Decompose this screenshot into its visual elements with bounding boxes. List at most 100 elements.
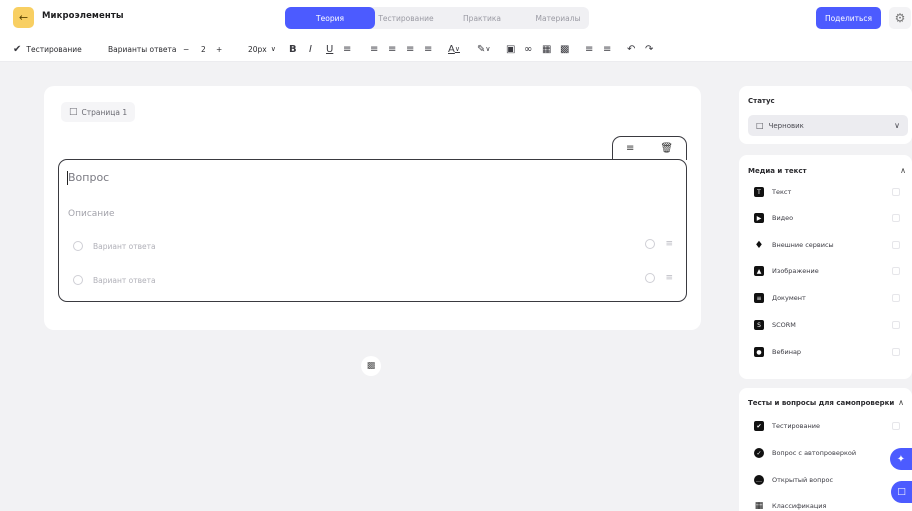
bullet-list-icon[interactable]: ≡ <box>603 36 611 62</box>
drag-handle-icon[interactable]: ≡ <box>626 143 634 154</box>
media-item-label: Вебинар <box>772 348 802 356</box>
answers-count[interactable]: 2 <box>201 36 206 62</box>
align-left-icon[interactable]: ≡ <box>370 36 378 62</box>
page-tab[interactable]: □ Страница 1 <box>61 102 136 122</box>
tab-materials[interactable]: Материалы <box>527 7 589 29</box>
text-color-icon[interactable]: A ∨ <box>448 36 460 62</box>
item-checkbox[interactable] <box>892 294 900 302</box>
chevron-up-icon[interactable]: ∧ <box>898 398 904 407</box>
page-title: Микроэлементы <box>42 11 124 21</box>
chevron-down-icon: ∨ <box>894 121 900 130</box>
top-bar: ← Микроэлементы Теория Тестирование Прак… <box>0 0 912 36</box>
media-panel: Медиа и текст ∧ T Текст ▶ Видео ♦ Внешни… <box>739 155 912 379</box>
decrease-answers-button[interactable]: − <box>183 36 189 62</box>
item-checkbox[interactable] <box>892 241 900 249</box>
item-checkbox[interactable] <box>892 422 900 430</box>
magic-wand-button[interactable]: ✦ <box>890 448 912 470</box>
camera-icon: ● <box>754 347 764 357</box>
arrow-left-icon: ← <box>18 11 29 24</box>
tab-testing[interactable]: Тестирование <box>375 7 437 29</box>
image-icon[interactable]: ▣ <box>506 36 515 62</box>
align-right-icon[interactable]: ≡ <box>406 36 414 62</box>
media-item-label: Внешние сервисы <box>772 241 834 249</box>
test-item-label: Открытый вопрос <box>772 476 834 484</box>
editor-card: □ Страница 1 ≡ 🗑 Вопрос Описание Вариант… <box>44 86 701 330</box>
bold-icon[interactable]: B <box>289 36 297 62</box>
test-item-open-question[interactable]: … Открытый вопрос <box>754 473 904 487</box>
media-item-label: Видео <box>772 214 794 222</box>
add-page-icon: ▩ <box>366 361 376 371</box>
status-title: Статус <box>748 97 775 105</box>
chevron-up-icon[interactable]: ∧ <box>900 166 906 175</box>
chevron-down-icon: ∨ <box>270 45 276 53</box>
italic-icon[interactable]: I <box>309 36 312 62</box>
radio-button[interactable] <box>73 241 83 251</box>
puzzle-icon: ♦ <box>754 239 764 251</box>
answer-option-controls: ≡ <box>645 239 673 249</box>
undo-icon[interactable]: ↶ <box>627 36 635 62</box>
back-button[interactable]: ← <box>13 7 34 28</box>
underline-icon[interactable]: U <box>326 36 333 62</box>
test-item-label: Вопрос с автопроверкой <box>772 449 857 457</box>
correct-toggle-icon[interactable] <box>645 273 656 283</box>
testing-icon: ✔ <box>754 421 764 431</box>
align-justify-icon[interactable]: ≡ <box>424 36 432 62</box>
media-item-video[interactable]: ▶ Видео <box>754 211 904 225</box>
test-item-testing[interactable]: ✔ Тестирование <box>754 419 904 433</box>
share-button[interactable]: Поделиться <box>816 7 881 29</box>
block-type-indicator: ✔ Тестирование <box>13 36 82 62</box>
font-size-value: 20px <box>248 44 267 54</box>
align-center-icon[interactable]: ≡ <box>388 36 396 62</box>
drag-handle-icon[interactable]: ≡ <box>665 239 673 249</box>
description-input[interactable]: Описание <box>68 209 115 219</box>
tab-theory[interactable]: Теория <box>285 7 375 29</box>
link-icon[interactable]: ∞ <box>524 36 532 62</box>
answer-option-input[interactable]: Вариант ответа <box>93 242 156 251</box>
media-item-text[interactable]: T Текст <box>754 185 904 199</box>
list-icon[interactable]: ≡ <box>343 36 351 62</box>
document-icon: ≡ <box>754 293 764 303</box>
radio-button[interactable] <box>73 275 83 285</box>
correct-toggle-icon[interactable] <box>645 239 656 249</box>
highlight-icon[interactable]: ✎ ∨ <box>477 36 491 62</box>
item-checkbox[interactable] <box>892 321 900 329</box>
font-size-select[interactable]: 20px ∨ <box>248 36 276 62</box>
settings-button[interactable]: ⚙ <box>889 7 911 29</box>
redo-icon[interactable]: ↷ <box>645 36 653 62</box>
answers-label: Варианты ответа <box>108 44 177 54</box>
block-type-label: Тестирование <box>26 44 82 54</box>
media-item-label: SCORM <box>772 321 796 329</box>
chat-icon: … <box>754 475 764 485</box>
media-item-image[interactable]: ▲ Изображение <box>754 264 904 278</box>
chat-button[interactable]: □ <box>891 481 912 503</box>
item-checkbox[interactable] <box>892 214 900 222</box>
answer-option-input[interactable]: Вариант ответа <box>93 276 156 285</box>
media-item-webinar[interactable]: ● Вебинар <box>754 345 904 359</box>
trash-icon[interactable]: 🗑 <box>660 143 673 154</box>
drag-handle-icon[interactable]: ≡ <box>665 273 673 283</box>
answer-option: Вариант ответа ≡ <box>73 273 673 287</box>
classification-icon: ▦ <box>754 501 764 511</box>
test-item-autocheck[interactable]: ✓ Вопрос с автопроверкой <box>754 446 904 460</box>
item-checkbox[interactable] <box>892 188 900 196</box>
test-item-classification[interactable]: ▦ Классификация <box>754 499 904 511</box>
media-item-scorm[interactable]: S SCORM <box>754 318 904 332</box>
media-item-label: Изображение <box>772 267 819 275</box>
ordered-list-icon[interactable]: ≡ <box>585 36 593 62</box>
add-page-button[interactable]: ▩ <box>361 356 381 376</box>
media-item-document[interactable]: ≡ Документ <box>754 291 904 305</box>
item-checkbox[interactable] <box>892 267 900 275</box>
table-icon[interactable]: ▦ <box>542 36 551 62</box>
tab-practice[interactable]: Практика <box>437 7 527 29</box>
media-item-external[interactable]: ♦ Внешние сервисы <box>754 238 904 252</box>
magic-wand-icon: ✦ <box>896 453 906 465</box>
question-input[interactable]: Вопрос <box>68 171 109 184</box>
status-panel: Статус □ Черновик ∨ <box>739 86 912 144</box>
tab-bar: Теория Тестирование Практика Материалы <box>285 7 589 29</box>
draft-icon: □ <box>756 121 764 130</box>
embed-icon[interactable]: ▩ <box>560 36 569 62</box>
page-icon: □ <box>69 107 78 117</box>
increase-answers-button[interactable]: + <box>216 36 222 62</box>
status-select[interactable]: □ Черновик ∨ <box>748 115 908 136</box>
item-checkbox[interactable] <box>892 348 900 356</box>
